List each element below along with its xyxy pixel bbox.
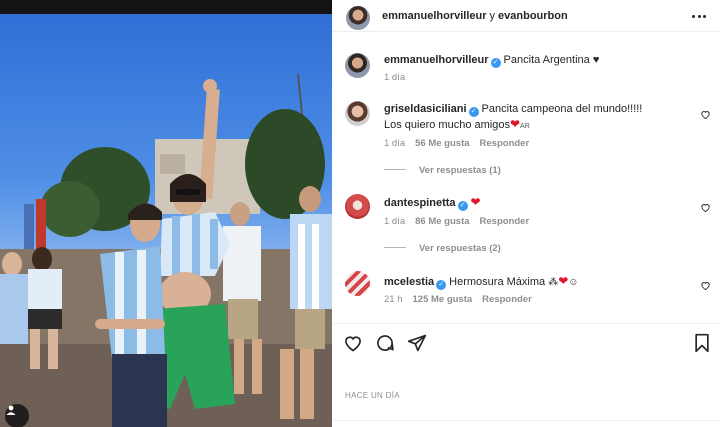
comment-body: dantespinetta ✓ ❤: [384, 195, 684, 211]
user-tag-icon[interactable]: [5, 404, 29, 427]
comment-avatar[interactable]: [345, 271, 370, 296]
caption-meta: 1 día: [384, 72, 415, 83]
flag-ar-icon: AR: [520, 123, 530, 130]
bottom-divider: [332, 420, 720, 421]
share-icon[interactable]: [407, 333, 427, 353]
comment-username[interactable]: dantespinetta: [384, 197, 456, 209]
verified-icon: ✓: [457, 201, 468, 211]
post-header: emmanuelhorvilleur y evanbourbon: [332, 0, 720, 32]
reply-button[interactable]: Responder: [480, 138, 530, 149]
comment-username[interactable]: mcelestia: [384, 276, 434, 288]
view-replies-label: Ver respuestas (2): [419, 243, 501, 254]
post-actions: [332, 333, 720, 355]
reply-button[interactable]: Responder: [480, 216, 530, 227]
comment-likes[interactable]: 86 Me gusta: [415, 216, 469, 227]
authors-separator: y: [489, 10, 496, 22]
caption-body: emmanuelhorvilleur ✓ Pancita Argentina ♥: [384, 53, 684, 68]
like-icon[interactable]: [343, 333, 363, 353]
smile-icon: ☺: [568, 277, 579, 288]
comment-text: Pancita campeona del mundo!!!!!: [481, 103, 643, 115]
comment-body: mcelestia ✓ Hermosura Máxima ⁂❤☺: [384, 274, 684, 290]
view-replies-button[interactable]: Ver respuestas (2): [384, 243, 501, 254]
caption-username[interactable]: emmanuelhorvilleur: [384, 54, 489, 66]
verified-icon: ✓: [490, 58, 501, 68]
comment-time[interactable]: 21 h: [384, 294, 403, 305]
comment-meta: 1 día 86 Me gusta Responder: [384, 216, 539, 227]
post-details-panel: emmanuelhorvilleur y evanbourbon emmanuelh…: [332, 0, 720, 427]
more-icon-dot: [703, 14, 706, 18]
more-icon-dot: [697, 14, 701, 18]
reply-button[interactable]: Responder: [482, 294, 532, 305]
comment-time[interactable]: 1 día: [384, 138, 405, 149]
replies-line: [384, 169, 406, 170]
post-photo[interactable]: [0, 14, 332, 427]
comment-time[interactable]: 1 día: [384, 216, 405, 227]
comment-body: griseldasiciliani ✓ Pancita campeona del m…: [384, 102, 684, 134]
photo-illustration: [0, 73, 332, 427]
verified-icon: ✓: [468, 107, 479, 117]
author-avatar[interactable]: [346, 6, 370, 30]
comment-likes[interactable]: 56 Me gusta: [415, 138, 469, 149]
folded-hands-icon: ⁂: [548, 277, 559, 288]
post-timestamp: HACE UN DÍA: [345, 391, 400, 400]
red-heart-icon: ❤: [509, 117, 521, 131]
comment-username[interactable]: griseldasiciliani: [384, 103, 467, 115]
author-username-1[interactable]: emmanuelhorvilleur: [382, 10, 487, 22]
comment-icon[interactable]: [375, 333, 395, 353]
post-authors: emmanuelhorvilleur y evanbourbon: [382, 10, 568, 22]
comment-avatar[interactable]: [345, 101, 370, 126]
save-icon[interactable]: [692, 333, 712, 353]
comment-text: Hermosura Máxima: [449, 276, 546, 288]
comment-likes[interactable]: 125 Me gusta: [413, 294, 473, 305]
more-options-button[interactable]: [692, 9, 706, 23]
comment-meta: 1 día 56 Me gusta Responder: [384, 138, 539, 149]
caption-avatar[interactable]: [345, 53, 370, 78]
comment-like-icon[interactable]: [700, 280, 711, 291]
replies-line: [384, 247, 406, 248]
comment-text-line-2: Los quiero mucho amigos: [384, 119, 510, 131]
red-heart-icon: ❤: [470, 195, 481, 209]
comment-avatar[interactable]: [345, 194, 370, 219]
comment-like-icon[interactable]: [700, 109, 711, 120]
top-bar: [0, 0, 332, 14]
red-heart-icon: ❤: [558, 274, 569, 288]
comment-like-icon[interactable]: [700, 202, 711, 213]
verified-icon: ✓: [436, 280, 447, 290]
more-icon: [692, 14, 695, 18]
view-replies-label: Ver respuestas (1): [419, 165, 501, 176]
actions-divider: [332, 323, 720, 324]
caption-time[interactable]: 1 día: [384, 72, 405, 83]
caption-text: Pancita Argentina ♥: [503, 54, 600, 66]
author-username-2[interactable]: evanbourbon: [498, 10, 568, 22]
view-replies-button[interactable]: Ver respuestas (1): [384, 165, 501, 176]
comment-meta: 21 h 125 Me gusta Responder: [384, 294, 542, 305]
